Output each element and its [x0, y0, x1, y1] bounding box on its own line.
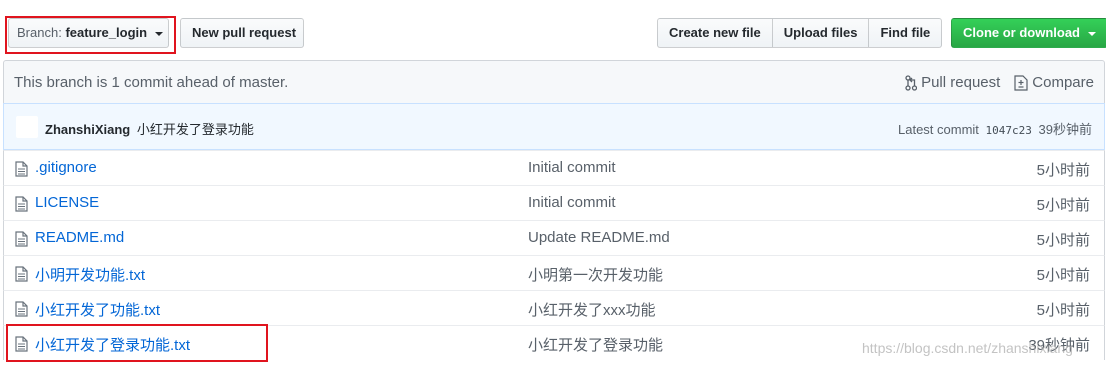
caret-down-icon — [1087, 31, 1096, 36]
file-name-link[interactable]: LICENSE — [35, 194, 99, 211]
file-list: .gitignore Initial commit 5小时前 LICENSE I… — [3, 150, 1105, 360]
branch-ahead-message: This branch is 1 commit ahead of master. — [14, 74, 289, 91]
upload-files-button[interactable]: Upload files — [771, 18, 870, 48]
file-icon — [15, 266, 28, 282]
file-icon — [15, 301, 28, 317]
file-age: 5小时前 — [1036, 197, 1090, 214]
file-name-link[interactable]: 小红开发了登录功能.txt — [35, 334, 190, 355]
file-row: 小红开发了功能.txt 小红开发了xxx功能 5小时前 — [3, 290, 1105, 325]
avatar[interactable] — [16, 116, 38, 138]
file-row: LICENSE Initial commit 5小时前 — [3, 185, 1105, 220]
branch-select-button[interactable]: Branch: feature_login — [8, 18, 169, 48]
file-name-link[interactable]: README.md — [35, 229, 124, 246]
compare-label: Compare — [1032, 74, 1094, 91]
latest-commit-label: Latest commit — [898, 122, 979, 137]
clone-download-label: Clone or download — [963, 25, 1080, 40]
branch-prefix-label: Branch: — [17, 25, 62, 40]
file-icon — [15, 336, 28, 352]
file-commit-message[interactable]: Initial commit — [528, 159, 616, 176]
file-icon — [15, 196, 28, 212]
create-new-file-button[interactable]: Create new file — [657, 18, 773, 48]
commit-age: 39秒钟前 — [1038, 122, 1092, 137]
compare-link[interactable]: Compare — [1014, 74, 1094, 91]
file-row: README.md Update README.md 5小时前 — [3, 220, 1105, 255]
file-row: 小明开发功能.txt 小明第一次开发功能 5小时前 — [3, 255, 1105, 290]
commit-message[interactable]: 小红开发了登录功能 — [137, 122, 254, 137]
pull-request-link[interactable]: Pull request — [905, 74, 1000, 91]
file-commit-message[interactable]: 小红开发了登录功能 — [528, 334, 663, 355]
file-commit-message[interactable]: Initial commit — [528, 194, 616, 211]
file-age: 39秒钟前 — [1028, 337, 1090, 354]
file-name-link[interactable]: 小红开发了功能.txt — [35, 299, 160, 320]
file-name-link[interactable]: .gitignore — [35, 159, 97, 176]
file-name-link[interactable]: 小明开发功能.txt — [35, 264, 145, 285]
file-icon — [15, 161, 28, 177]
diff-icon — [1014, 74, 1028, 91]
file-row: .gitignore Initial commit 5小时前 — [3, 150, 1105, 185]
file-commit-message[interactable]: 小红开发了xxx功能 — [528, 299, 656, 320]
branch-name-label: feature_login — [65, 25, 148, 40]
latest-commit-bar: ZhanshiXiang 小红开发了登录功能 Latest commit 104… — [3, 103, 1105, 150]
caret-down-icon — [154, 31, 163, 36]
branch-actions: Pull request Compare — [905, 74, 1094, 91]
clone-download-button[interactable]: Clone or download — [951, 18, 1106, 48]
file-icon — [15, 231, 28, 247]
commit-author-name[interactable]: ZhanshiXiang — [45, 122, 130, 137]
pull-request-label: Pull request — [921, 74, 1001, 91]
commit-sha-link[interactable]: 1047c23 — [986, 124, 1032, 137]
pull-request-icon — [905, 74, 918, 91]
file-age: 5小时前 — [1036, 232, 1090, 249]
file-commit-message[interactable]: Update README.md — [528, 229, 670, 246]
file-actions-group: Create new file Upload files Find file — [657, 18, 943, 48]
file-age: 5小时前 — [1036, 267, 1090, 284]
find-file-button[interactable]: Find file — [868, 18, 943, 48]
commit-author[interactable]: ZhanshiXiang 小红开发了登录功能 — [45, 119, 254, 138]
new-pull-request-button[interactable]: New pull request — [180, 18, 304, 48]
file-row: 小红开发了登录功能.txt 小红开发了登录功能 39秒钟前 — [3, 325, 1105, 360]
file-age: 5小时前 — [1036, 162, 1090, 179]
file-commit-message[interactable]: 小明第一次开发功能 — [528, 264, 663, 285]
branch-status-bar: This branch is 1 commit ahead of master.… — [3, 60, 1105, 104]
latest-commit-info: Latest commit 1047c23 39秒钟前 — [898, 119, 1092, 138]
file-age: 5小时前 — [1036, 302, 1090, 319]
